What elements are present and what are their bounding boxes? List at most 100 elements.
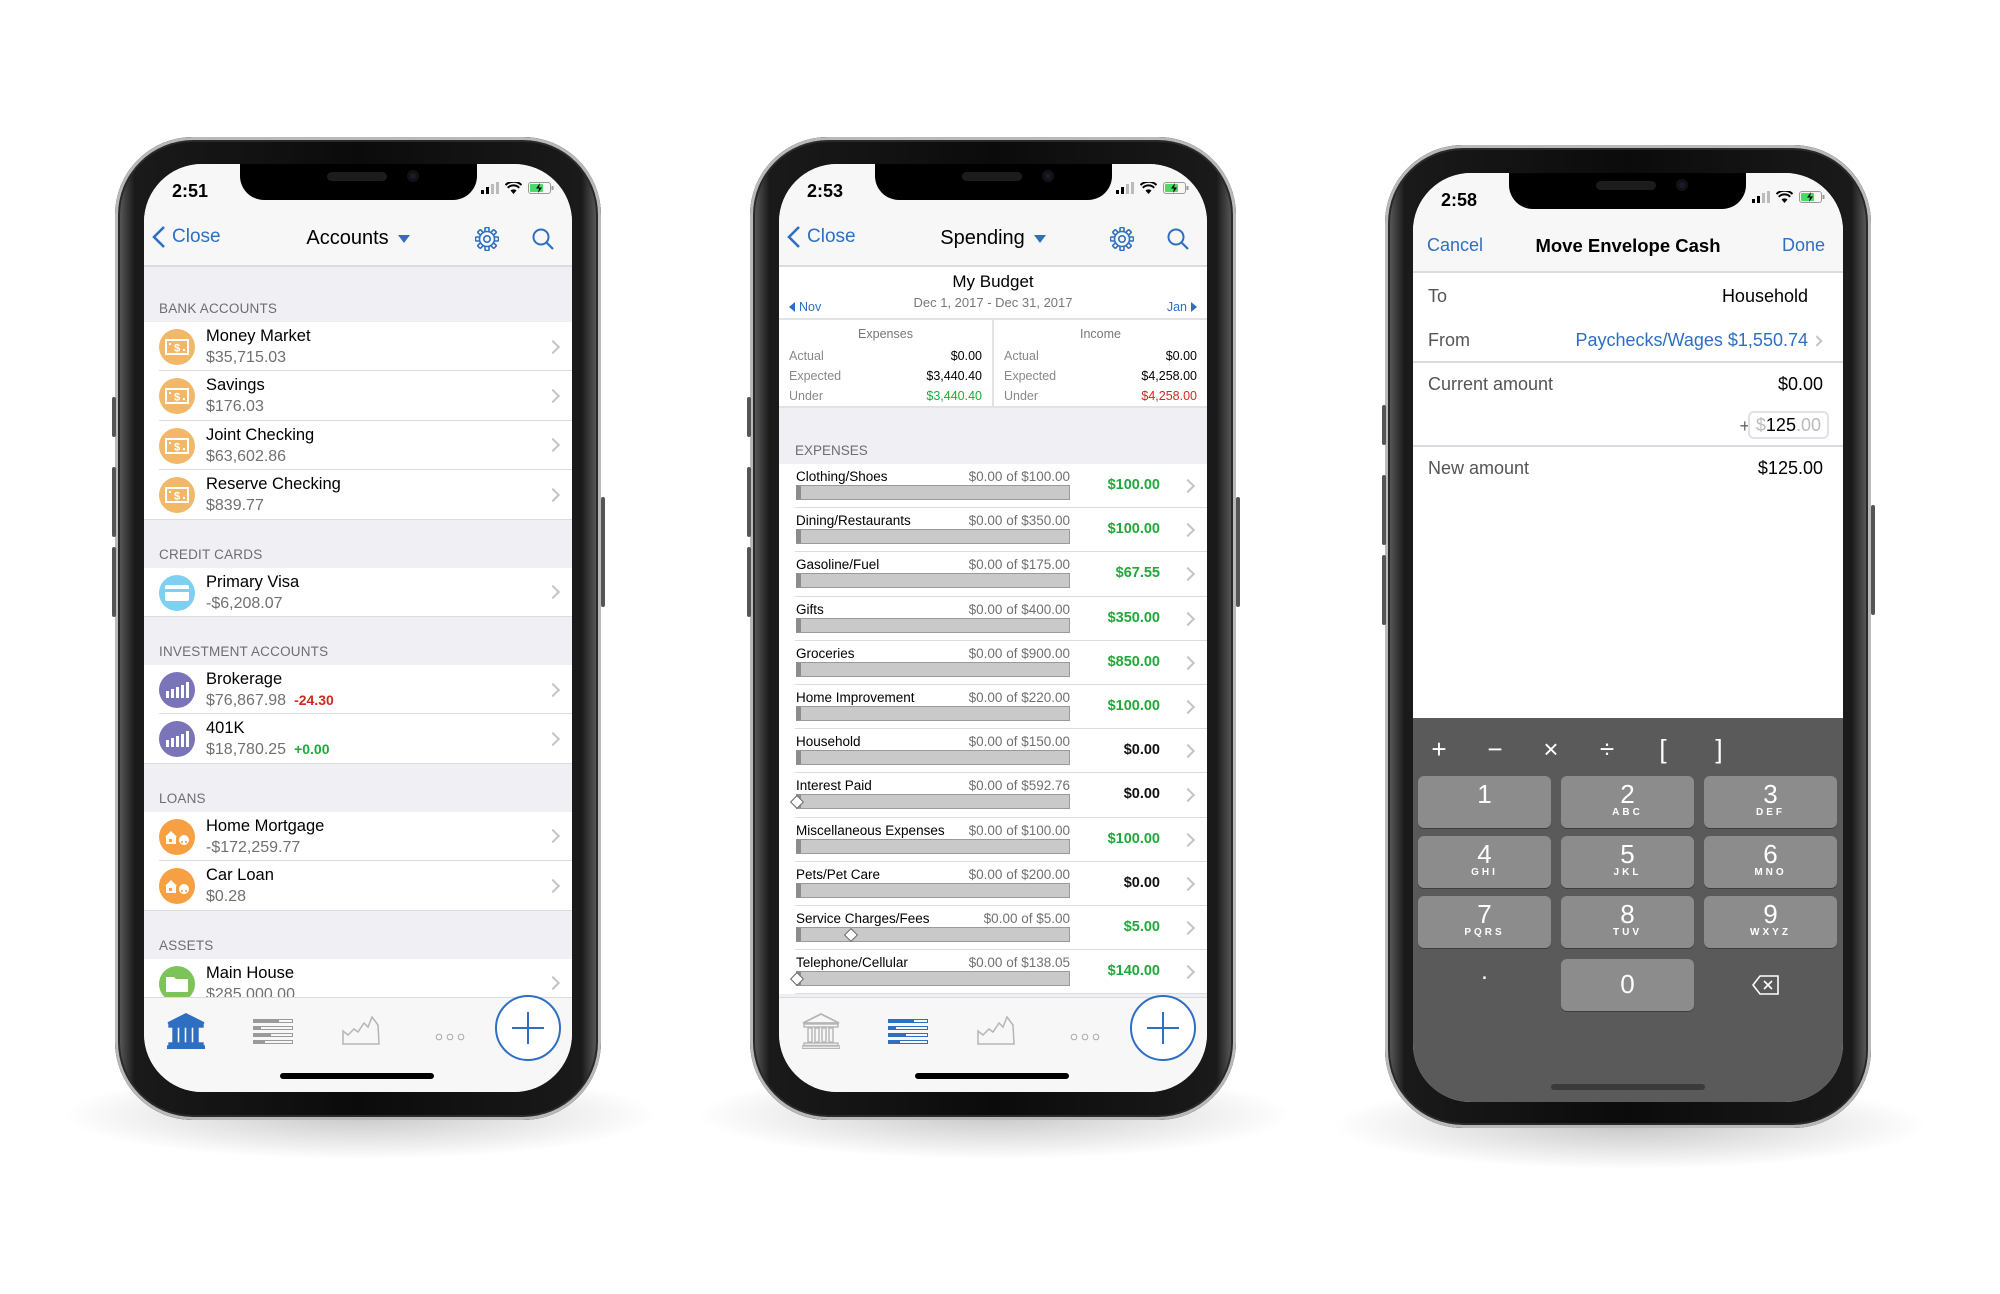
- operator-key[interactable]: [: [1633, 734, 1693, 765]
- operator-key[interactable]: ]: [1689, 734, 1749, 765]
- triangle-left-icon: [789, 302, 795, 312]
- gear-icon[interactable]: [1109, 226, 1135, 256]
- money-icon: $: [159, 378, 195, 415]
- summary-expenses: Expenses Actual $0.00 Expected $3,440.40 Unde…: [779, 320, 992, 406]
- account-row[interactable]: Primary Visa -$6,208.07: [144, 567, 572, 618]
- account-row[interactable]: $ Money Market $35,715.03: [144, 322, 572, 372]
- tab-budget[interactable]: [253, 1016, 293, 1051]
- search-icon[interactable]: [1166, 227, 1190, 256]
- chevron-right-icon: [1180, 523, 1196, 538]
- tab-reports[interactable]: [977, 1013, 1015, 1050]
- current-amount-value: $0.00: [1777, 374, 1823, 394]
- svg-text:$: $: [174, 392, 180, 404]
- digit-key-9[interactable]: 9 WXYZ: [1704, 896, 1837, 948]
- expense-progress-bar: [789, 971, 1070, 987]
- expense-name: Miscellaneous Expenses: [796, 822, 945, 838]
- next-month-button[interactable]: Jan: [1167, 300, 1197, 314]
- expense-row[interactable]: Gifts $0.00 of $400.00 $350.00: [779, 596, 1207, 641]
- expense-progress-text: $0.00 of $400.00: [968, 601, 1070, 617]
- expense-row[interactable]: Household $0.00 of $150.00 $0.00: [779, 729, 1207, 774]
- summary-row: Under $4,258.00: [1004, 386, 1197, 406]
- expense-row[interactable]: Interest Paid $0.00 of $592.76 $0.00: [779, 773, 1207, 818]
- more-dots-icon: [1070, 1033, 1100, 1041]
- expense-row[interactable]: Dining/Restaurants $0.00 of $350.00 $100.0…: [779, 508, 1207, 553]
- account-row[interactable]: $ Reserve Checking $839.77: [144, 470, 572, 520]
- key-letters: PQRS: [1464, 927, 1505, 938]
- gear-icon[interactable]: [474, 226, 500, 256]
- digit-key-1[interactable]: 1: [1418, 776, 1551, 828]
- prev-month-button[interactable]: Nov: [789, 300, 821, 314]
- budget-date-range: Dec 1, 2017 - Dec 31, 2017: [913, 295, 1073, 310]
- operator-key[interactable]: +: [1413, 734, 1469, 765]
- digit-key-3[interactable]: 3 DEF: [1704, 776, 1837, 828]
- tab-budget[interactable]: [888, 1016, 928, 1051]
- key-letters: TUV: [1613, 927, 1642, 938]
- decimal-key[interactable]: .: [1418, 958, 1551, 986]
- account-row[interactable]: $ Joint Checking $63,602.86: [144, 420, 572, 471]
- add-button[interactable]: [495, 995, 561, 1061]
- expense-row[interactable]: Pets/Pet Care $0.00 of $200.00 $0.00: [779, 861, 1207, 907]
- account-row[interactable]: Brokerage $76,867.98 -24.30: [144, 664, 572, 715]
- digit-key-7[interactable]: 7 PQRS: [1418, 896, 1551, 948]
- account-balance-line: $839.77: [206, 495, 341, 516]
- amount-input[interactable]: $125.00: [1747, 411, 1829, 439]
- digit-key-4[interactable]: 4 GHI: [1418, 836, 1551, 888]
- add-button[interactable]: [1130, 995, 1196, 1061]
- expense-row[interactable]: Miscellaneous Expenses $0.00 of $100.00 $1…: [779, 817, 1207, 862]
- page-title: Accounts: [306, 227, 389, 249]
- summary-income: Income Actual $0.00 Expected $4,258.00 Under $…: [992, 320, 1207, 406]
- expense-name: Dining/Restaurants: [796, 513, 911, 529]
- key-letters: GHI: [1471, 867, 1498, 878]
- section-header: EXPENSES: [795, 443, 868, 458]
- digit-key-8[interactable]: 8 TUV: [1561, 896, 1694, 948]
- account-row[interactable]: Home Mortgage -$172,259.77: [144, 811, 572, 862]
- tab-accounts[interactable]: [801, 1012, 841, 1054]
- digit-key-0[interactable]: 0: [1561, 959, 1694, 1011]
- amount-whole: 125: [1765, 415, 1796, 435]
- tab-more[interactable]: [435, 1028, 465, 1046]
- search-icon[interactable]: [531, 227, 555, 256]
- money-icon: $: [159, 427, 195, 464]
- expense-row[interactable]: Home Improvement $0.00 of $220.00 $100.00: [779, 684, 1207, 730]
- home-indicator: [915, 1073, 1069, 1079]
- digit-key-2[interactable]: 2 ABC: [1561, 776, 1694, 828]
- expense-row[interactable]: Groceries $0.00 of $900.00 $850.00: [779, 640, 1207, 686]
- accounts-dropdown[interactable]: Accounts: [144, 227, 572, 250]
- key-digit: 0: [1620, 969, 1635, 999]
- operator-key[interactable]: −: [1465, 734, 1525, 765]
- account-text: Brokerage $76,867.98 -24.30: [206, 669, 334, 711]
- operator-key[interactable]: ÷: [1577, 734, 1637, 765]
- summary-value: $0.00: [1165, 349, 1197, 363]
- expense-progress-bar: [796, 750, 1070, 766]
- account-balance-line: $0.28: [206, 886, 274, 907]
- account-row[interactable]: Car Loan $0.28: [144, 861, 572, 911]
- summary-key: Actual: [789, 349, 824, 363]
- operator-key[interactable]: ×: [1521, 734, 1581, 765]
- tab-accounts[interactable]: [166, 1012, 206, 1054]
- expense-progress-bar: [796, 705, 1070, 721]
- signal-icon: [1116, 182, 1134, 194]
- digit-key-5[interactable]: 5 JKL: [1561, 836, 1694, 888]
- backspace-icon[interactable]: [1751, 975, 1780, 1000]
- key-digit: 2: [1620, 779, 1635, 809]
- account-text: Primary Visa -$6,208.07: [206, 572, 299, 614]
- spending-dropdown[interactable]: Spending: [779, 227, 1207, 250]
- area-chart-icon: [342, 1015, 380, 1045]
- done-button[interactable]: Done: [1782, 235, 1825, 256]
- account-row[interactable]: $ Savings $176.03: [144, 371, 572, 422]
- expense-row[interactable]: Clothing/Shoes $0.00 of $100.00 $100.00: [779, 464, 1207, 509]
- account-row[interactable]: 401K $18,780.25 +0.00: [144, 714, 572, 765]
- expected-marker-icon: [789, 795, 805, 810]
- expense-row[interactable]: Gasoline/Fuel $0.00 of $175.00 $67.55: [779, 552, 1207, 597]
- page-title: Move Envelope Cash: [1535, 235, 1721, 256]
- expense-row[interactable]: Service Charges/Fees $0.00 of $5.00 $5.00: [779, 905, 1207, 951]
- account-balance: $76,867.98: [206, 691, 287, 709]
- key-digit: 5: [1620, 839, 1635, 869]
- digit-key-6[interactable]: 6 MNO: [1704, 836, 1837, 888]
- side-button: [747, 467, 751, 537]
- tab-reports[interactable]: [342, 1013, 380, 1050]
- tab-more[interactable]: [1070, 1028, 1100, 1046]
- expense-row[interactable]: Telephone/Cellular $0.00 of $138.05 $140.0…: [779, 950, 1207, 995]
- expense-name: Gifts: [796, 601, 824, 617]
- side-button: [112, 397, 116, 437]
